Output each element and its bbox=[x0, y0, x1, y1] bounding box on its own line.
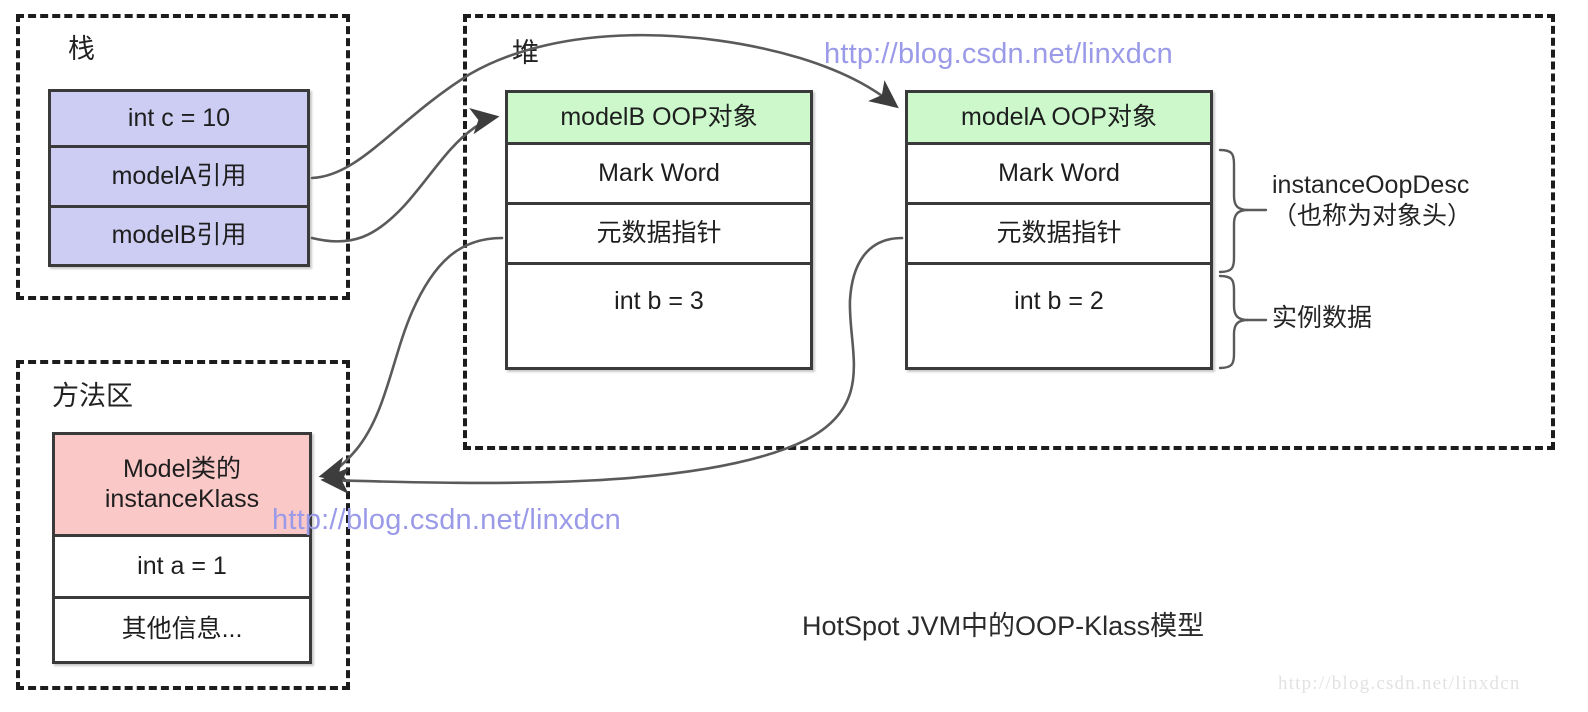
annotation-instance-data: 实例数据 bbox=[1272, 304, 1373, 332]
stack-row-int-c: int c = 10 bbox=[51, 92, 307, 148]
watermark-corner: http://blog.csdn.net/linxdcn bbox=[1278, 673, 1521, 694]
instance-klass-header: Model类的 instanceKlass bbox=[55, 435, 309, 537]
stack-frame-box: int c = 10 modelA引用 modelB引用 bbox=[48, 89, 310, 267]
model-a-metadata-pointer: 元数据指针 bbox=[908, 205, 1210, 265]
model-b-metadata-pointer: 元数据指针 bbox=[508, 205, 810, 265]
model-a-oop-box: modelA OOP对象 Mark Word 元数据指针 int b = 2 bbox=[905, 90, 1213, 370]
region-heap-label: 堆 bbox=[512, 38, 539, 68]
instance-klass-int-a: int a = 1 bbox=[55, 537, 309, 599]
region-stack-label: 栈 bbox=[68, 34, 95, 64]
annotation-instance-oop-desc: instanceOopDesc （也称为对象头） bbox=[1272, 171, 1473, 231]
region-method-area-label: 方法区 bbox=[52, 381, 133, 411]
diagram-canvas: 栈 int c = 10 modelA引用 modelB引用 堆 modelB … bbox=[0, 0, 1588, 712]
model-b-oop-header: modelB OOP对象 bbox=[508, 93, 810, 145]
model-a-instance-data: int b = 2 bbox=[1014, 287, 1104, 315]
watermark-top: http://blog.csdn.net/linxdcn bbox=[824, 38, 1173, 70]
model-a-mark-word: Mark Word bbox=[908, 145, 1210, 205]
model-a-oop-header: modelA OOP对象 bbox=[908, 93, 1210, 145]
model-b-instance-data: int b = 3 bbox=[614, 287, 704, 315]
model-b-mark-word: Mark Word bbox=[508, 145, 810, 205]
stack-row-modelA-ref: modelA引用 bbox=[51, 148, 307, 208]
instance-klass-box: Model类的 instanceKlass int a = 1 其他信息... bbox=[52, 432, 312, 664]
watermark-middle: http://blog.csdn.net/linxdcn bbox=[272, 504, 621, 536]
stack-row-modelB-ref: modelB引用 bbox=[51, 208, 307, 264]
model-b-oop-box: modelB OOP对象 Mark Word 元数据指针 int b = 3 bbox=[505, 90, 813, 370]
diagram-caption: HotSpot JVM中的OOP-Klass模型 bbox=[802, 611, 1205, 641]
instance-klass-other-info: 其他信息... bbox=[121, 615, 243, 644]
